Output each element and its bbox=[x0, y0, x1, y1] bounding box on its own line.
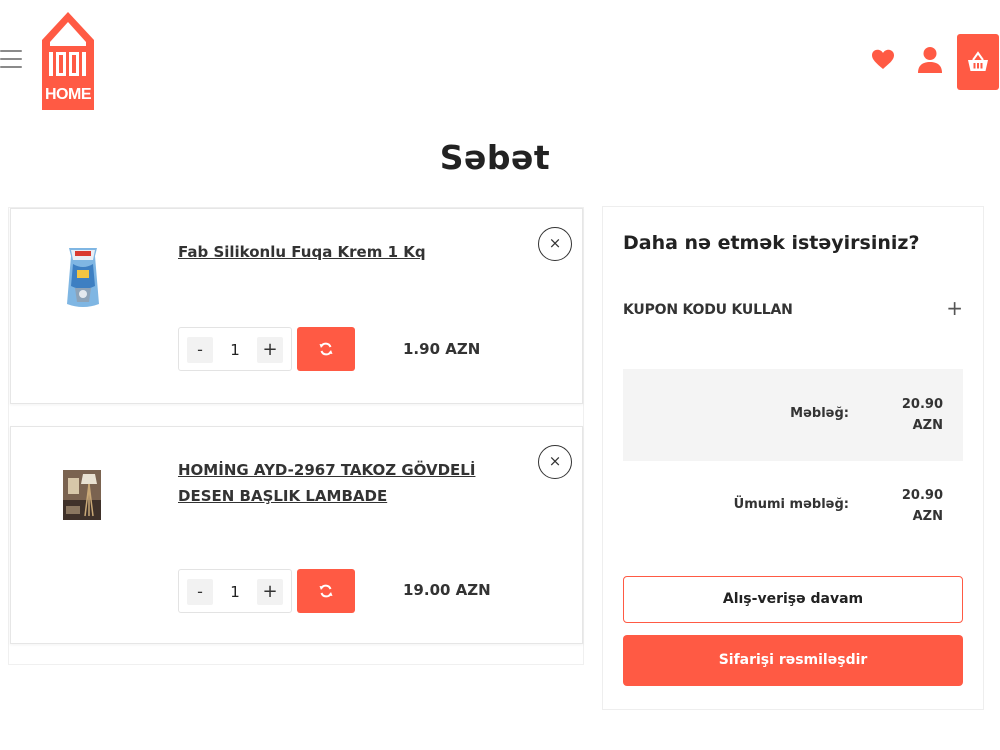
cart-item: Fab Silikonlu Fuqa Krem 1 Kq × - + 1.90 … bbox=[10, 208, 583, 404]
product-image[interactable] bbox=[63, 470, 101, 524]
quantity-increase-button[interactable]: + bbox=[257, 337, 283, 363]
subtotal-amount: 20.90 bbox=[901, 397, 943, 412]
item-price: 1.90 AZN bbox=[403, 340, 481, 358]
total-currency: AZN bbox=[912, 509, 943, 524]
coupon-toggle[interactable]: KUPON KODU KULLAN + bbox=[623, 296, 963, 323]
quantity-decrease-button[interactable]: - bbox=[187, 337, 213, 363]
plus-icon[interactable]: + bbox=[946, 296, 963, 320]
remove-item-button[interactable]: × bbox=[538, 227, 572, 261]
quantity-increase-button[interactable]: + bbox=[257, 579, 283, 605]
logo[interactable]: HOME bbox=[42, 12, 94, 110]
quantity-decrease-button[interactable]: - bbox=[187, 579, 213, 605]
basket-icon bbox=[968, 51, 988, 71]
total-amount: 20.90 bbox=[901, 488, 943, 503]
checkout-button[interactable]: Sifarişi rəsmiləşdir bbox=[623, 635, 963, 686]
page-title: Səbət bbox=[439, 138, 551, 177]
total-label: Ümumi məbləğ: bbox=[733, 497, 849, 512]
quantity-input[interactable] bbox=[217, 337, 253, 363]
update-cart-button[interactable] bbox=[297, 569, 355, 613]
refresh-icon bbox=[319, 342, 333, 356]
quantity-input[interactable] bbox=[217, 579, 253, 605]
order-summary-panel: Daha nə etmək istəyirsiniz? KUPON KODU K… bbox=[602, 206, 984, 710]
user-icon[interactable] bbox=[918, 46, 942, 74]
summary-title: Daha nə etmək istəyirsiniz? bbox=[623, 232, 920, 254]
item-price: 19.00 AZN bbox=[403, 581, 491, 599]
quantity-stepper: - + bbox=[178, 327, 292, 371]
logo-text: HOME bbox=[45, 86, 92, 103]
heart-icon[interactable] bbox=[871, 48, 895, 72]
hamburger-menu-icon[interactable] bbox=[0, 50, 22, 70]
subtotal-currency: AZN bbox=[912, 418, 943, 433]
refresh-icon bbox=[319, 584, 333, 598]
continue-shopping-button[interactable]: Alış-verişə davam bbox=[623, 576, 963, 623]
product-name-link[interactable]: HOMİNG AYD-2967 TAKOZ GÖVDELİ DESEN BAŞL… bbox=[178, 457, 518, 509]
quantity-stepper: - + bbox=[178, 569, 292, 613]
product-name-link[interactable]: Fab Silikonlu Fuqa Krem 1 Kq bbox=[178, 239, 518, 265]
cart-item: HOMİNG AYD-2967 TAKOZ GÖVDELİ DESEN BAŞL… bbox=[10, 426, 583, 644]
totals-box: Məbləğ: 20.90 AZN bbox=[623, 369, 963, 461]
remove-item-button[interactable]: × bbox=[538, 445, 572, 479]
product-image[interactable] bbox=[65, 246, 101, 314]
subtotal-label: Məbləğ: bbox=[790, 406, 849, 421]
update-cart-button[interactable] bbox=[297, 327, 355, 371]
cart-button[interactable] bbox=[957, 34, 999, 90]
coupon-label: KUPON KODU KULLAN bbox=[623, 302, 793, 318]
